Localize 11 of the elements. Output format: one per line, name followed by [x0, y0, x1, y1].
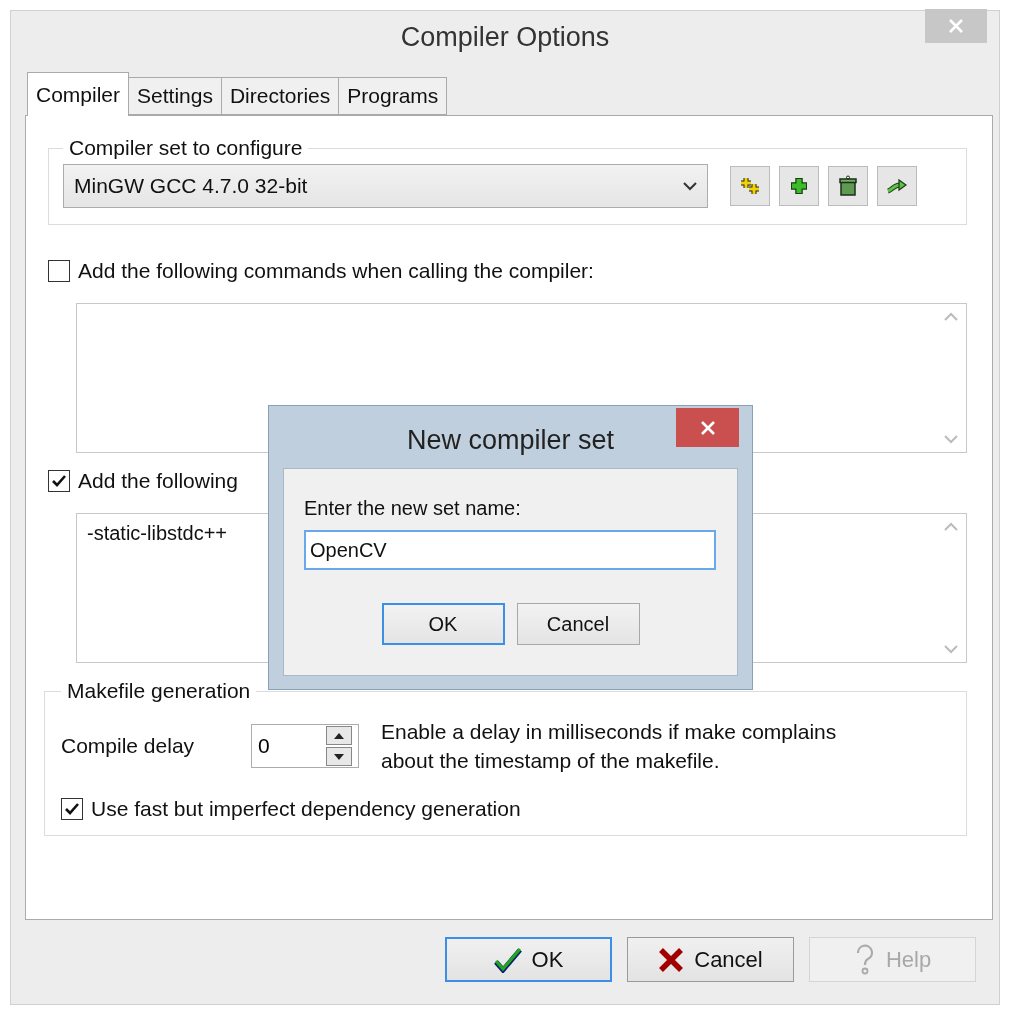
checkbox-label: Use fast but imperfect dependency generation: [91, 797, 521, 821]
dialog-title: New compiler set: [406, 423, 615, 456]
window-title: Compiler Options: [400, 21, 610, 53]
field-label: Compile delay: [61, 734, 196, 758]
prompt-text: Enter the new set name:: [304, 497, 522, 520]
checkbox-label: Add the following: [78, 469, 238, 493]
checkbox-label: Add the following commands when calling the compiler:: [78, 259, 594, 283]
hint-text: Enable a delay in milliseconds if make complains about the timestamp of the makefile.: [381, 719, 838, 774]
group-title: Makefile generation: [66, 679, 252, 703]
text-area-value: -static-libstdc++: [87, 522, 228, 544]
group-title: Compiler set to configure: [68, 136, 304, 160]
